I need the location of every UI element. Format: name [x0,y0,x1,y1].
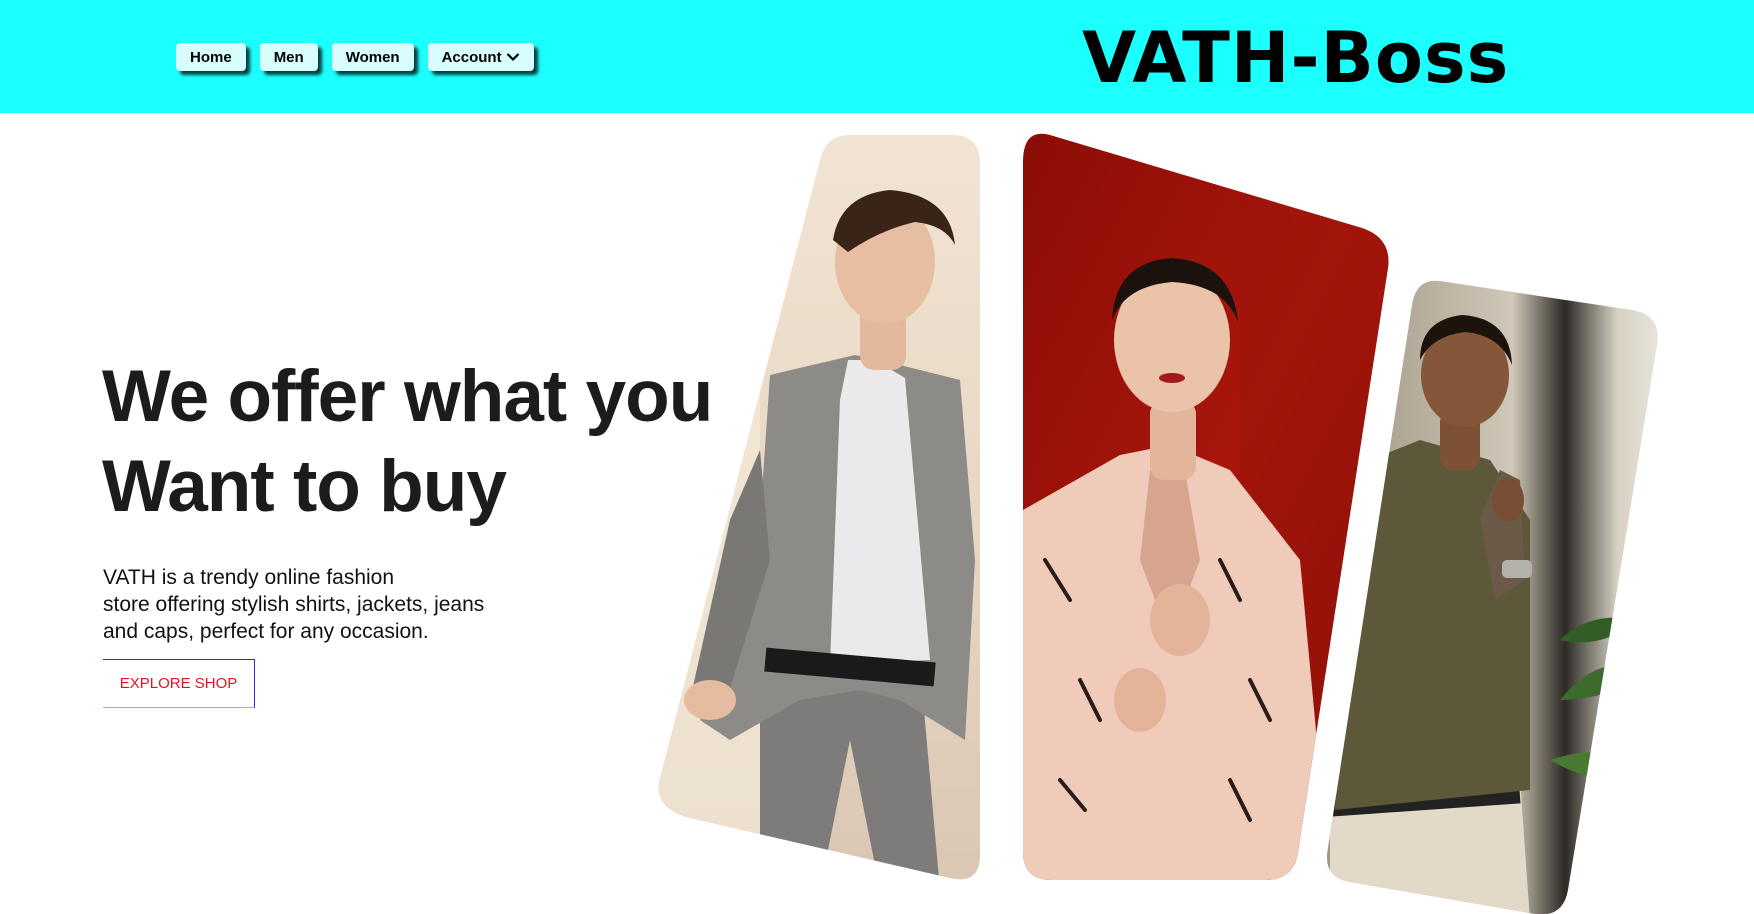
nav-men-button[interactable]: Men [259,43,318,71]
hero-description: VATH is a trendy online fashion store of… [103,564,484,645]
explore-shop-button[interactable]: EXPLORE SHOP [103,659,255,708]
nav-home-label: Home [190,48,232,66]
main-nav: Home Men Women Account [176,43,534,71]
brand-logo[interactable]: VATH-Boss [1082,18,1509,98]
hero-description-line-2: store offering stylish shirts, jackets, … [103,593,485,616]
nav-men-label: Men [273,48,304,66]
hero-title: We offer what you Want to buy [102,352,713,532]
nav-account-label: Account [441,48,502,66]
hero-description-line-1: VATH is a trendy online fashion [103,566,395,589]
hero-title-line-1: We offer what you [102,356,713,437]
nav-account-button[interactable]: Account [427,43,534,71]
nav-women-button[interactable]: Women [331,43,414,71]
nav-women-label: Women [345,48,400,66]
hero-description-line-3: and caps, perfect for any occasion. [103,620,429,643]
hero-title-line-2: Want to buy [102,446,507,527]
nav-home-button[interactable]: Home [176,43,246,71]
site-header: Home Men Women Account VATH-Boss [0,0,1754,113]
chevron-down-icon [506,52,520,62]
